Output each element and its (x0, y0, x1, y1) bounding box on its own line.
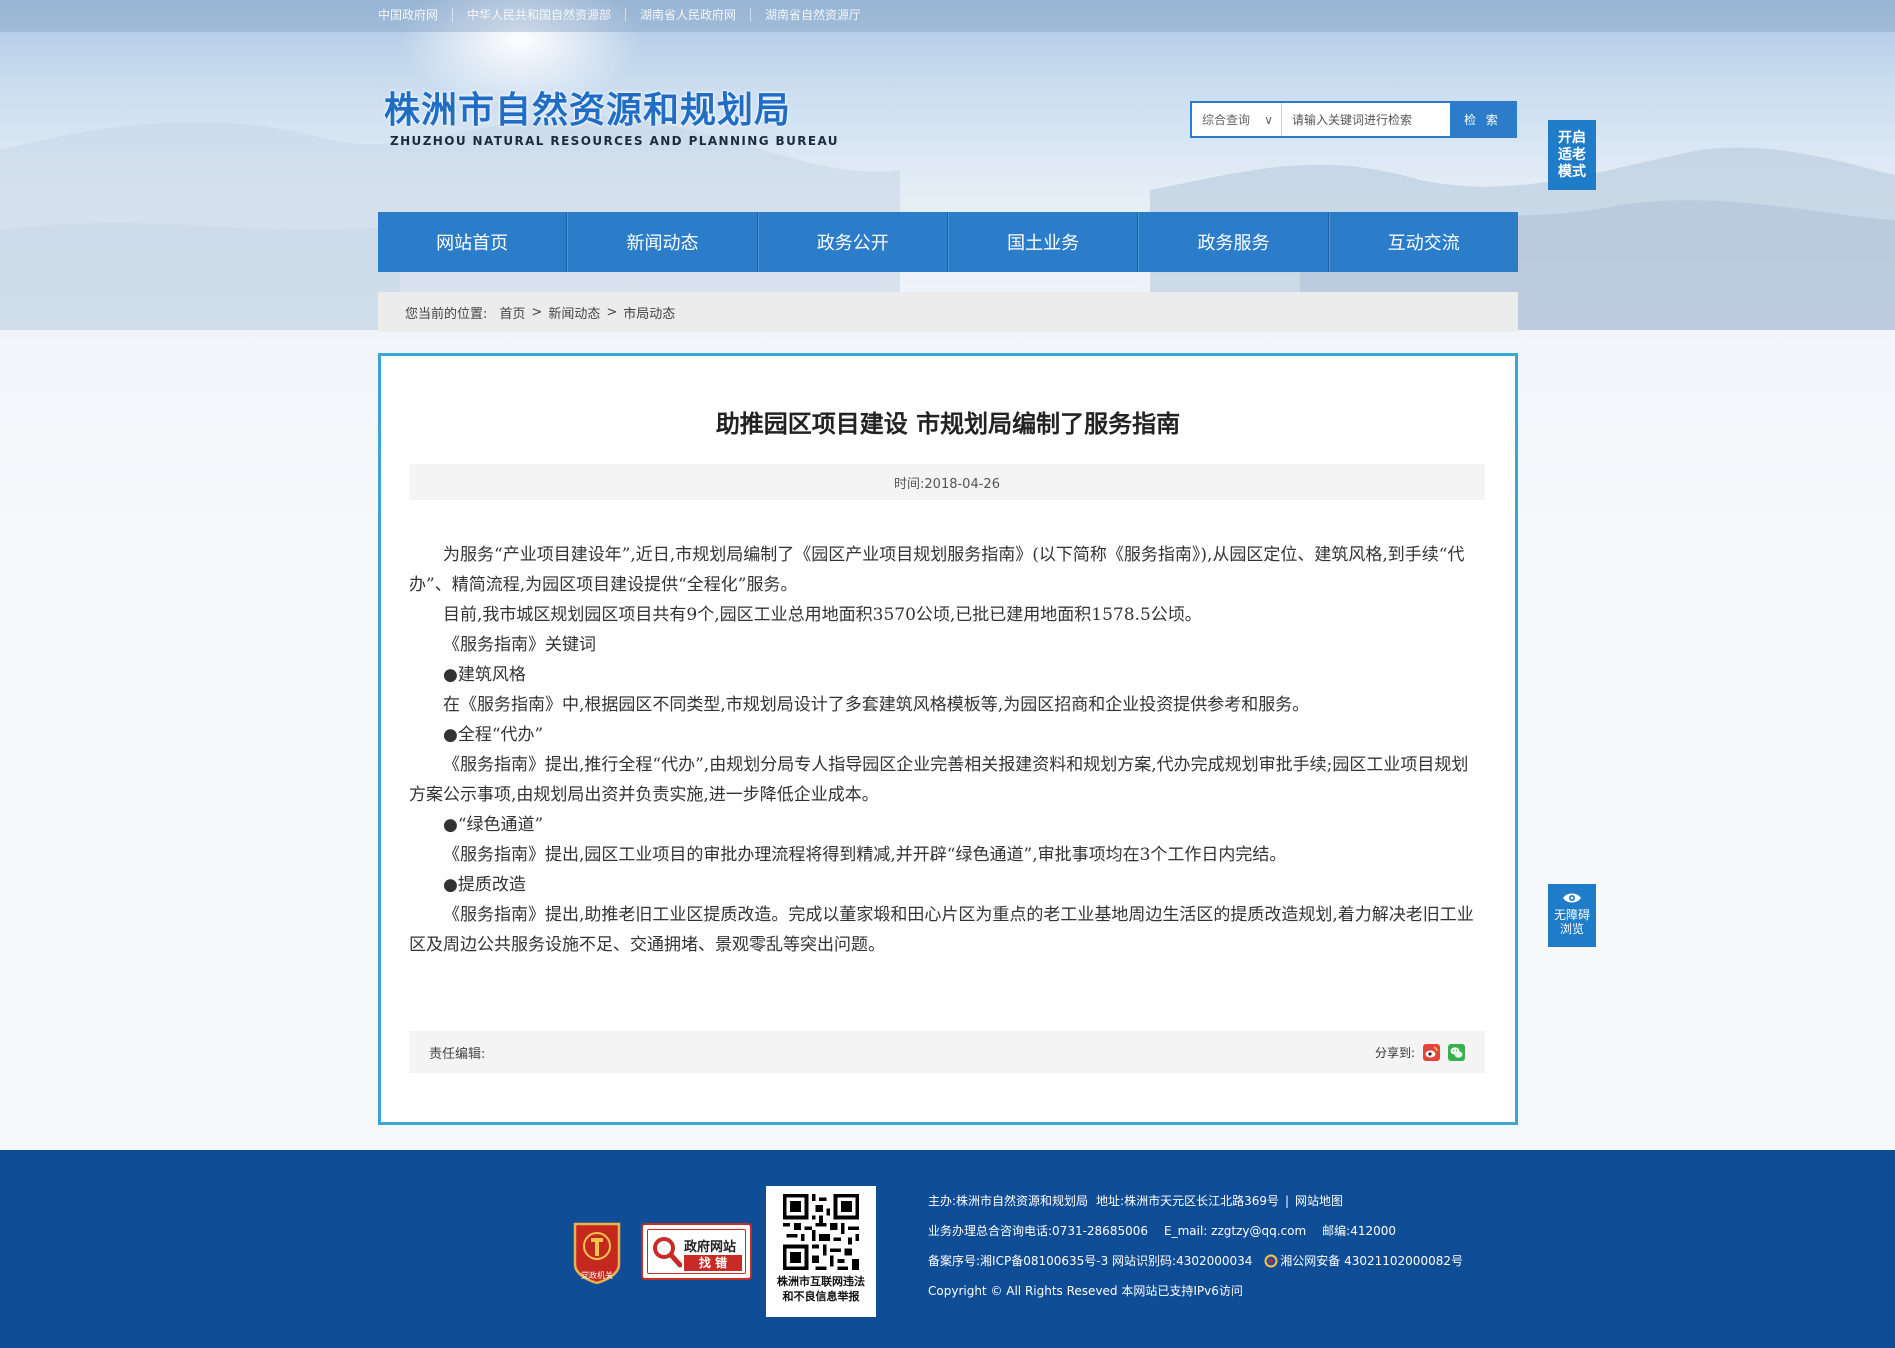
search-input[interactable] (1282, 103, 1450, 136)
footer-line-2: 业务办理总合咨询电话:0731-28685006 E_mail: zzgtzy@q… (928, 1216, 1463, 1246)
logo-english: ZHUZHOU NATURAL RESOURCES AND PLANNING B… (390, 134, 839, 148)
chevron-down-icon: ∨ (1264, 112, 1273, 127)
breadcrumb-home[interactable]: 首页 (499, 303, 525, 322)
accessibility-button[interactable]: 无障碍 浏览 (1548, 884, 1596, 947)
breadcrumb-news[interactable]: 新闻动态 (548, 303, 600, 322)
search-scope-select[interactable]: 综合查询 ∨ (1192, 103, 1282, 136)
main-nav: 网站首页 新闻动态 政务公开 国土业务 政务服务 互动交流 (378, 212, 1518, 272)
article-meta: 时间:2018-04-26 (409, 464, 1485, 500)
top-links-bar: 中国政府网 中华人民共和国自然资源部 湖南省人民政府网 湖南省自然资源厅 (0, 0, 1895, 32)
footer-police-record[interactable]: 湘公网安备 43021102000082号 (1280, 1254, 1463, 1268)
article-paragraph: 《服务指南》提出,推行全程“代办”,由规划分局专人指导园区企业完善相关报建资料和… (409, 755, 1469, 805)
article-paragraph: 目前,我市城区规划园区项目共有9个,园区工业总用地面积3570公顷,已批已建用地… (443, 605, 1202, 625)
top-link-gov[interactable]: 中国政府网 (378, 8, 452, 22)
elder-mode-button[interactable]: 开启 适老 模式 (1548, 120, 1596, 190)
nav-item-news[interactable]: 新闻动态 (567, 212, 758, 272)
article-paragraph: 为服务“产业项目建设年”,近日,市规划局编制了《园区产业项目规划服务指南》(以下… (409, 545, 1465, 595)
gov-find-action: 找 错 (684, 1255, 742, 1271)
wechat-icon[interactable] (1448, 1043, 1465, 1061)
nav-item-gov-affairs[interactable]: 政务公开 (757, 212, 948, 272)
nav-item-home[interactable]: 网站首页 (378, 212, 568, 272)
report-qr-code[interactable]: 株洲市互联网违法 和不良信息举报 (766, 1186, 876, 1317)
footer-sponsor: 主办:株洲市自然资源和规划局 (928, 1194, 1089, 1208)
article-body: 为服务“产业项目建设年”,近日,市规划局编制了《园区产业项目规划服务指南》(以下… (409, 540, 1485, 960)
search-scope-value: 综合查询 (1202, 113, 1251, 127)
footer-sitemap-link[interactable]: 网站地图 (1295, 1194, 1343, 1208)
article-paragraph: ●全程“代办” (443, 725, 544, 745)
site-logo[interactable]: 株洲市自然资源和规划局 ZHUZHOU NATURAL RESOURCES AN… (384, 90, 839, 148)
qr-caption-line-1: 株洲市互联网违法 (777, 1275, 865, 1288)
gov-find-title: 政府网站 (684, 1240, 737, 1255)
share-bar: 分享到: (1374, 1043, 1465, 1061)
footer-copyright: Copyright © All Rights Reseved 本网站已支持IPv… (928, 1284, 1243, 1298)
nav-item-land[interactable]: 国土业务 (947, 212, 1139, 272)
article-title: 助推园区项目建设 市规划局编制了服务指南 (715, 410, 1181, 438)
editor-label: 责任编辑: (429, 1046, 486, 1062)
top-link-mnr[interactable]: 中华人民共和国自然资源部 (452, 8, 625, 22)
footer-address: 地址:株洲市天元区长江北路369号 (1096, 1194, 1279, 1208)
nav-item-interaction[interactable]: 互动交流 (1328, 212, 1518, 272)
top-link-hunan-gov[interactable]: 湖南省人民政府网 (625, 8, 750, 22)
gov-site-error-report[interactable]: 政府网站 找 错 (641, 1223, 752, 1280)
search-button[interactable]: 检 索 (1450, 103, 1515, 136)
footer-email: E_mail: zzgtzy@qq.com (1164, 1224, 1307, 1238)
article-footer-bar: 责任编辑: 分享到: (409, 1031, 1485, 1073)
article-paragraph: 《服务指南》关键词 (443, 635, 596, 655)
logo-chinese: 株洲市自然资源和规划局 (384, 90, 792, 131)
nav-item-services[interactable]: 政务服务 (1138, 212, 1329, 272)
site-footer: 党政机关 政府网站 找 错 株洲市互联网违法 和不良信息举报 主办:株洲市自然资… (0, 1150, 1895, 1348)
header-background (0, 0, 1895, 330)
footer-postcode: 邮编:412000 (1322, 1224, 1397, 1238)
footer-icp[interactable]: 备案序号:湘ICP备08100635号-3 网站识别码:4302000034 (928, 1254, 1252, 1268)
search-bar: 综合查询 ∨ 检 索 (1190, 101, 1517, 138)
elder-mode-line-2: 适老 (1558, 147, 1586, 163)
footer-info: 主办:株洲市自然资源和规划局 地址:株洲市天元区长江北路369号 | 网站地图 业务办… (928, 1186, 1463, 1306)
gov-find-frame: 政府网站 找 错 (647, 1229, 746, 1274)
weibo-icon[interactable] (1423, 1043, 1440, 1061)
breadcrumb-prefix: 您当前的位置: (405, 306, 488, 322)
accessibility-line-2: 浏览 (1559, 922, 1584, 936)
breadcrumb-bureau-news[interactable]: 市局动态 (623, 303, 675, 322)
footer-line-1: 主办:株洲市自然资源和规划局 地址:株洲市天元区长江北路369号 | 网站地图 (928, 1194, 1344, 1208)
eye-icon (1563, 893, 1581, 903)
elder-mode-line-3: 模式 (1558, 164, 1586, 180)
top-link-hunan-nr[interactable]: 湖南省自然资源厅 (750, 8, 875, 22)
article-paragraph: 在《服务指南》中,根据园区不同类型,市规划局设计了多套建筑风格模板等,为园区招商… (443, 695, 1310, 715)
top-links: 中国政府网 中华人民共和国自然资源部 湖南省人民政府网 湖南省自然资源厅 (378, 8, 875, 22)
article-paragraph: 《服务指南》提出,助推老旧工业区提质改造。完成以董家塅和田心片区为重点的老工业基… (409, 905, 1474, 955)
article-paragraph: 《服务指南》提出,园区工业项目的审批办理流程将得到精减,并开辟“绿色通道”,审批… (443, 845, 1287, 865)
share-label: 分享到: (1374, 1045, 1415, 1060)
qr-caption: 株洲市互联网违法 和不良信息举报 (766, 1274, 876, 1304)
party-gov-badge[interactable]: 党政机关 (571, 1220, 623, 1285)
qr-caption-line-2: 和不良信息举报 (782, 1290, 860, 1303)
breadcrumb-separator: > (531, 304, 543, 320)
accessibility-line-1: 无障碍 (1553, 908, 1590, 922)
breadcrumb: 您当前的位置: 首页 > 新闻动态 > 市局动态 (378, 292, 1518, 332)
breadcrumb-separator: > (606, 304, 618, 320)
party-gov-label: 党政机关 (581, 1271, 613, 1280)
elder-mode-line-1: 开启 (1558, 130, 1586, 146)
article-container: 助推园区项目建设 市规划局编制了服务指南 时间:2018-04-26 为服务“产… (378, 353, 1518, 1125)
footer-line-3: 备案序号:湘ICP备08100635号-3 网站识别码:4302000034 湘… (928, 1246, 1463, 1276)
qr-code-icon (783, 1194, 859, 1270)
magnifier-icon (653, 1237, 682, 1268)
article-paragraph: ●提质改造 (443, 875, 526, 895)
article-paragraph: ●“绿色通道” (443, 815, 544, 835)
police-badge-icon (1264, 1254, 1278, 1268)
footer-phone: 业务办理总合咨询电话:0731-28685006 (928, 1224, 1148, 1238)
article-paragraph: ●建筑风格 (443, 665, 526, 685)
